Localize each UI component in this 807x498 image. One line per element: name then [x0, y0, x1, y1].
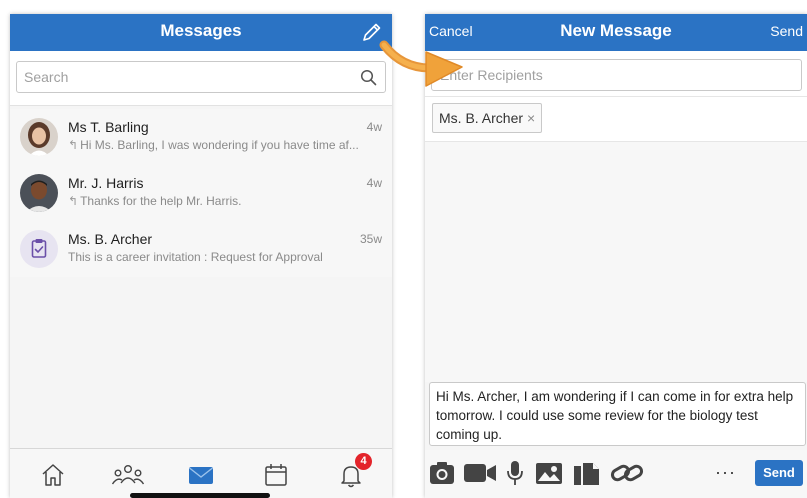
timestamp: 4w: [366, 120, 382, 134]
home-icon[interactable]: [38, 461, 68, 489]
files-icon[interactable]: [571, 460, 601, 486]
tab-bar: 4: [10, 448, 392, 498]
search-input[interactable]: [17, 62, 347, 92]
more-options[interactable]: ···: [715, 462, 736, 483]
groups-icon[interactable]: [111, 461, 145, 489]
list-item[interactable]: Mr. J. Harris 4w ↰ Thanks for the help Mr…: [10, 165, 392, 221]
arrow-icon: [379, 40, 463, 87]
timestamp: 4w: [366, 176, 382, 190]
camera-icon[interactable]: [429, 460, 455, 486]
recipient-chip[interactable]: Ms. B. Archer ×: [432, 103, 543, 133]
list-item[interactable]: Ms. B. Archer 35w This is a career invit…: [10, 221, 392, 277]
reply-icon: ↰: [68, 138, 79, 152]
message-preview: ↰ Hi Ms. Barling, I was wondering if you …: [68, 138, 384, 152]
new-message-screen: Cancel New Message Send Ms. B. Archer× H…: [425, 14, 807, 498]
contact-name: Ms. B. Archer: [68, 231, 153, 247]
page-title: New Message: [560, 21, 672, 40]
search-box: [16, 61, 386, 93]
mail-icon[interactable]: [186, 461, 216, 489]
page-title: Messages: [160, 21, 242, 40]
preview-text: Thanks for the help Mr. Harris.: [80, 194, 242, 208]
reply-icon: ↰: [68, 194, 79, 208]
avatar: [20, 118, 58, 156]
video-icon[interactable]: [463, 460, 497, 486]
timestamp: 35w: [359, 232, 382, 246]
compose-toolbar: ··· Send: [425, 450, 807, 498]
image-icon[interactable]: [535, 460, 563, 486]
message-thread-area: [425, 142, 807, 382]
send-button[interactable]: Send: [755, 460, 803, 486]
calendar-icon[interactable]: [261, 461, 291, 489]
stage: Messages Ms: [0, 0, 807, 498]
contact-name: Mr. J. Harris: [68, 175, 144, 191]
clipboard-icon: [31, 239, 47, 258]
recipients-input[interactable]: [431, 59, 802, 91]
avatar: [20, 230, 58, 268]
messages-header: Messages: [10, 14, 392, 51]
send-header-button[interactable]: Send: [770, 23, 803, 39]
message-textarea[interactable]: Hi Ms. Archer, I am wondering if I can c…: [429, 382, 806, 446]
contact-name: Ms T. Barling: [68, 119, 149, 135]
home-indicator: [130, 493, 270, 498]
recipients-area: [425, 51, 807, 97]
message-preview: This is a career invitation : Request fo…: [68, 250, 323, 264]
mic-icon[interactable]: [505, 460, 525, 486]
list-item[interactable]: Ms T. Barling 4w ↰ Hi Ms. Barling, I was …: [10, 109, 392, 165]
search-icon[interactable]: [360, 69, 377, 86]
recipient-name: Ms. B. Archer: [439, 110, 524, 126]
link-icon[interactable]: [609, 460, 645, 486]
recipient-chips: Ms. B. Archer ×: [425, 97, 807, 142]
avatar: [20, 174, 58, 212]
message-preview: ↰ Thanks for the help Mr. Harris.: [68, 194, 384, 208]
messages-screen: Messages Ms: [10, 14, 392, 498]
search-area: [10, 51, 392, 106]
notification-badge: 4: [355, 453, 372, 470]
preview-text: Hi Ms. Barling, I was wondering if you h…: [80, 138, 359, 152]
notifications-tab[interactable]: 4: [336, 453, 372, 489]
close-icon[interactable]: ×: [527, 110, 535, 126]
new-message-header: Cancel New Message Send: [425, 14, 807, 51]
